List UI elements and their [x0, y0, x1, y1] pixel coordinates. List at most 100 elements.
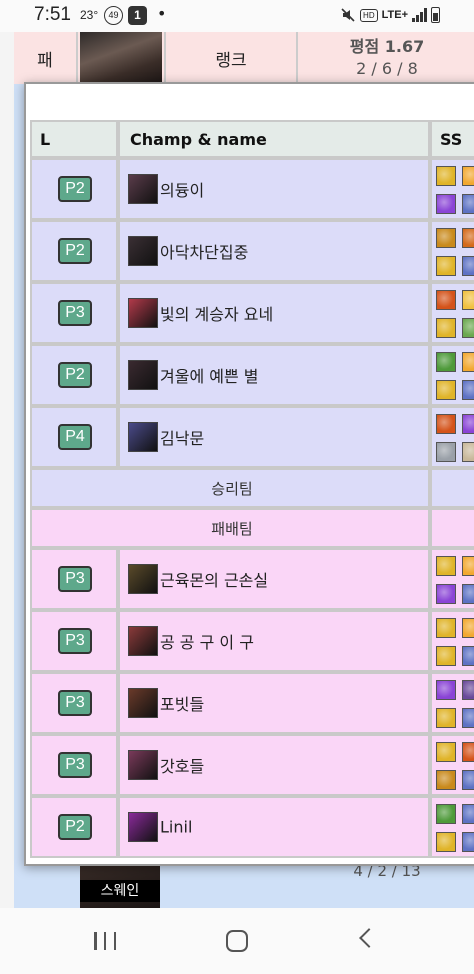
champ-cell[interactable]: Linil [118, 796, 430, 858]
background-strip [14, 84, 24, 908]
player-row[interactable]: P2 의듕이 [30, 158, 474, 220]
level-cell: P3 [30, 672, 118, 734]
summoner-spell-icon [462, 708, 474, 728]
summoner-spell-icon [462, 804, 474, 824]
summoner-spell-icon [436, 708, 456, 728]
spells-cell [430, 220, 474, 282]
champ-cell[interactable]: 빛의 계승자 요네 [118, 282, 430, 344]
tier-badge: P3 [58, 752, 92, 778]
back-button[interactable] [359, 928, 379, 948]
score-block: 평점 1.67 2 / 6 / 8 [300, 36, 474, 80]
summoner-name[interactable]: Linil [160, 818, 192, 837]
summoner-spell-icon [462, 166, 474, 186]
level-cell: P3 [30, 610, 118, 672]
summoner-spell-icon [462, 194, 474, 214]
team-spare-cell [430, 508, 474, 548]
champ-cell[interactable]: 김낙문 [118, 406, 430, 468]
summoner-spell-icon [436, 646, 456, 666]
player-row[interactable]: P3 갓호들 [30, 734, 474, 796]
champ-cell[interactable]: 포빗들 [118, 672, 430, 734]
summoner-spell-icon [436, 380, 456, 400]
summoner-spell-icon [436, 680, 456, 700]
temperature: 23° [80, 8, 99, 22]
player-row[interactable]: P3 빛의 계승자 요네 [30, 282, 474, 344]
summoner-spell-icon [436, 618, 456, 638]
summoner-spell-icon [462, 380, 474, 400]
summoner-name[interactable]: 아닥차단집중 [160, 239, 248, 263]
summoner-spell-icon [436, 742, 456, 762]
hd-voice-icon: HD [360, 8, 378, 22]
header-summoner-spells: SS [430, 120, 474, 158]
champ-cell[interactable]: 겨울에 예쁜 별 [118, 344, 430, 406]
summoner-spell-icon [436, 290, 456, 310]
summoner-spell-icon [436, 442, 456, 462]
champ-cell[interactable]: 공 공 구 이 구 [118, 610, 430, 672]
player-row[interactable]: P4 김낙문 [30, 406, 474, 468]
level-cell: P3 [30, 548, 118, 610]
champ-cell[interactable]: 갓호들 [118, 734, 430, 796]
tier-badge: P2 [58, 238, 92, 264]
player-row[interactable]: P2 겨울에 예쁜 별 [30, 344, 474, 406]
summoner-name[interactable]: 겨울에 예쁜 별 [160, 363, 259, 387]
summoner-spell-icon [462, 256, 474, 276]
team-label: 승리팀 [211, 479, 253, 498]
summoner-name[interactable]: 갓호들 [160, 753, 204, 777]
player-row[interactable]: P2 아닥차단집중 [30, 220, 474, 282]
queue-type: 랭크 [164, 32, 298, 84]
summoner-spell-icon [462, 618, 474, 638]
tier-badge: P3 [58, 300, 92, 326]
summoner-spell-icon [462, 442, 474, 462]
summoner-name[interactable]: 빛의 계승자 요네 [160, 301, 273, 325]
summoner-spell-icon [436, 228, 456, 248]
level-cell: P2 [30, 220, 118, 282]
summoner-spell-icon [462, 290, 474, 310]
spells-cell [430, 282, 474, 344]
notification-count-icon: 49 [104, 6, 123, 25]
summoner-spell-icon [462, 832, 474, 852]
recent-apps-button[interactable] [94, 932, 116, 950]
spells-cell [430, 548, 474, 610]
summoner-name[interactable]: 근육몬의 근손실 [160, 567, 268, 591]
summoner-name[interactable]: 의듕이 [160, 177, 204, 201]
summoner-name[interactable]: 공 공 구 이 구 [160, 629, 254, 653]
more-notifications-dot: • [157, 4, 167, 23]
level-cell: P3 [30, 282, 118, 344]
champion-icon [128, 422, 158, 452]
champion-name: 스웨인 [80, 880, 160, 902]
summoner-spell-icon [462, 318, 474, 338]
spells-cell [430, 610, 474, 672]
summoner-spell-icon [462, 584, 474, 604]
level-cell: P3 [30, 734, 118, 796]
header-champ-name: Champ & name [118, 120, 430, 158]
champ-cell[interactable]: 근육몬의 근손실 [118, 548, 430, 610]
champion-portrait [80, 32, 162, 84]
summoner-name[interactable]: 포빗들 [160, 691, 204, 715]
summoner-spell-icon [462, 556, 474, 576]
tier-badge: P3 [58, 690, 92, 716]
champion-icon [128, 174, 158, 204]
champ-cell[interactable]: 아닥차단집중 [118, 220, 430, 282]
summoner-spell-icon [462, 680, 474, 700]
champ-cell[interactable]: 의듕이 [118, 158, 430, 220]
player-row[interactable]: P3 근육몬의 근손실 [30, 548, 474, 610]
system-icons: HD LTE+ [340, 7, 440, 23]
lte-icon: LTE+ [381, 9, 408, 21]
home-button[interactable] [226, 930, 248, 952]
summoner-name[interactable]: 김낙문 [160, 425, 204, 449]
player-row[interactable]: P3 포빗들 [30, 672, 474, 734]
summoner-spell-icon [462, 770, 474, 790]
player-row[interactable]: P3 공 공 구 이 구 [30, 610, 474, 672]
player-row[interactable]: P2 Linil [30, 796, 474, 858]
losing-team-row: 패배팀 [30, 508, 474, 548]
summoner-spell-icon [462, 414, 474, 434]
spells-cell [430, 796, 474, 858]
spells-cell [430, 344, 474, 406]
team-label-cell: 패배팀 [30, 508, 430, 548]
status-bar: 7:51 23° 49 1 • HD LTE+ [0, 0, 474, 32]
summoner-spell-icon [462, 646, 474, 666]
champion-icon [128, 812, 158, 842]
clock: 7:51 [34, 4, 71, 25]
spells-cell [430, 406, 474, 468]
champion-icon [128, 750, 158, 780]
tier-badge: P3 [58, 628, 92, 654]
